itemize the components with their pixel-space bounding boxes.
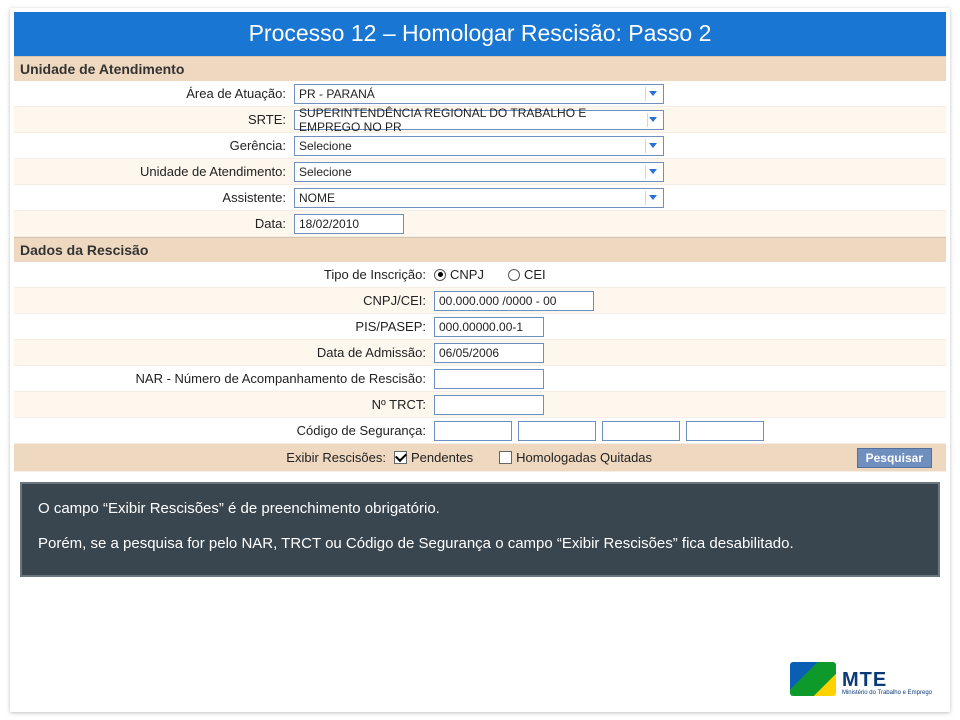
label-admissao: Data de Admissão:: [14, 345, 434, 360]
row-srte: SRTE: SUPERINTENDÊNCIA REGIONAL DO TRABA…: [14, 107, 946, 133]
input-codseg-2[interactable]: [518, 421, 596, 441]
input-cnpj[interactable]: 00.000.000 /0000 - 00: [434, 291, 594, 311]
row-codseg: Código de Segurança:: [14, 418, 946, 444]
select-value: Selecione: [299, 165, 352, 179]
input-pis[interactable]: 000.00000.00-1: [434, 317, 544, 337]
select-value: NOME: [299, 191, 335, 205]
label-codseg: Código de Segurança:: [14, 423, 434, 438]
row-gerencia: Gerência: Selecione: [14, 133, 946, 159]
select-value: PR - PARANÁ: [299, 87, 375, 101]
chevron-down-icon: [647, 113, 659, 127]
pesquisar-button[interactable]: Pesquisar: [857, 448, 932, 468]
note-line-1: O campo “Exibir Rescisões” é de preenchi…: [38, 498, 922, 521]
form-area: Unidade de Atendimento Área de Atuação: …: [10, 56, 950, 472]
page-title: Processo 12 – Homologar Rescisão: Passo …: [14, 12, 946, 56]
radio-cei[interactable]: [508, 269, 520, 281]
chevron-down-icon: [645, 87, 659, 101]
row-data: Data: 18/02/2010: [14, 211, 946, 237]
section-dados-header: Dados da Rescisão: [14, 237, 946, 262]
radio-cei-label: CEI: [524, 267, 546, 282]
mte-logo-full: Ministério do Trabalho e Emprego: [842, 690, 932, 696]
label-trct: Nº TRCT:: [14, 397, 434, 412]
label-unidade: Unidade de Atendimento:: [14, 164, 294, 179]
select-srte[interactable]: SUPERINTENDÊNCIA REGIONAL DO TRABALHO E …: [294, 110, 664, 130]
select-value: Selecione: [299, 139, 352, 153]
radio-cnpj[interactable]: [434, 269, 446, 281]
row-assistente: Assistente: NOME: [14, 185, 946, 211]
mte-logo-abbr: MTE: [842, 670, 932, 690]
checkbox-pendentes[interactable]: [394, 451, 407, 464]
row-unidade: Unidade de Atendimento: Selecione: [14, 159, 946, 185]
input-codseg-4[interactable]: [686, 421, 764, 441]
input-nar[interactable]: [434, 369, 544, 389]
slide: Processo 12 – Homologar Rescisão: Passo …: [10, 8, 950, 712]
row-cnpj: CNPJ/CEI: 00.000.000 /0000 - 00: [14, 288, 946, 314]
input-codseg-3[interactable]: [602, 421, 680, 441]
label-srte: SRTE:: [14, 112, 294, 127]
select-unidade[interactable]: Selecione: [294, 162, 664, 182]
radio-cnpj-label: CNPJ: [450, 267, 484, 282]
label-exibir: Exibir Rescisões:: [14, 450, 394, 465]
row-tipo: Tipo de Inscrição: CNPJ CEI: [14, 262, 946, 288]
label-cnpj: CNPJ/CEI:: [14, 293, 434, 308]
mte-logo: MTE Ministério do Trabalho e Emprego: [790, 662, 932, 696]
label-data: Data:: [14, 216, 294, 231]
label-assistente: Assistente:: [14, 190, 294, 205]
row-area: Área de Atuação: PR - PARANÁ: [14, 81, 946, 107]
note-box: O campo “Exibir Rescisões” é de preenchi…: [20, 482, 940, 577]
select-gerencia[interactable]: Selecione: [294, 136, 664, 156]
select-assistente[interactable]: NOME: [294, 188, 664, 208]
row-pis: PIS/PASEP: 000.00000.00-1: [14, 314, 946, 340]
input-trct[interactable]: [434, 395, 544, 415]
label-nar: NAR - Número de Acompanhamento de Rescis…: [14, 371, 434, 386]
label-gerencia: Gerência:: [14, 138, 294, 153]
label-tipo: Tipo de Inscrição:: [14, 267, 434, 282]
mte-logo-icon: [790, 662, 836, 696]
section-unidade-header: Unidade de Atendimento: [14, 56, 946, 81]
chevron-down-icon: [645, 191, 659, 205]
checkbox-homologadas[interactable]: [499, 451, 512, 464]
input-data[interactable]: 18/02/2010: [294, 214, 404, 234]
input-admissao[interactable]: 06/05/2006: [434, 343, 544, 363]
input-codseg-1[interactable]: [434, 421, 512, 441]
note-line-2: Porém, se a pesquisa for pelo NAR, TRCT …: [38, 533, 922, 556]
label-area: Área de Atuação:: [14, 86, 294, 101]
row-exibir: Exibir Rescisões: Pendentes Homologadas …: [14, 444, 946, 472]
row-admissao: Data de Admissão: 06/05/2006: [14, 340, 946, 366]
chevron-down-icon: [645, 165, 659, 179]
checkbox-homologadas-label: Homologadas Quitadas: [516, 450, 652, 465]
chevron-down-icon: [645, 139, 659, 153]
row-trct: Nº TRCT:: [14, 392, 946, 418]
checkbox-pendentes-label: Pendentes: [411, 450, 473, 465]
select-value: SUPERINTENDÊNCIA REGIONAL DO TRABALHO E …: [299, 106, 643, 134]
label-pis: PIS/PASEP:: [14, 319, 434, 334]
select-area-atuacao[interactable]: PR - PARANÁ: [294, 84, 664, 104]
row-nar: NAR - Número de Acompanhamento de Rescis…: [14, 366, 946, 392]
